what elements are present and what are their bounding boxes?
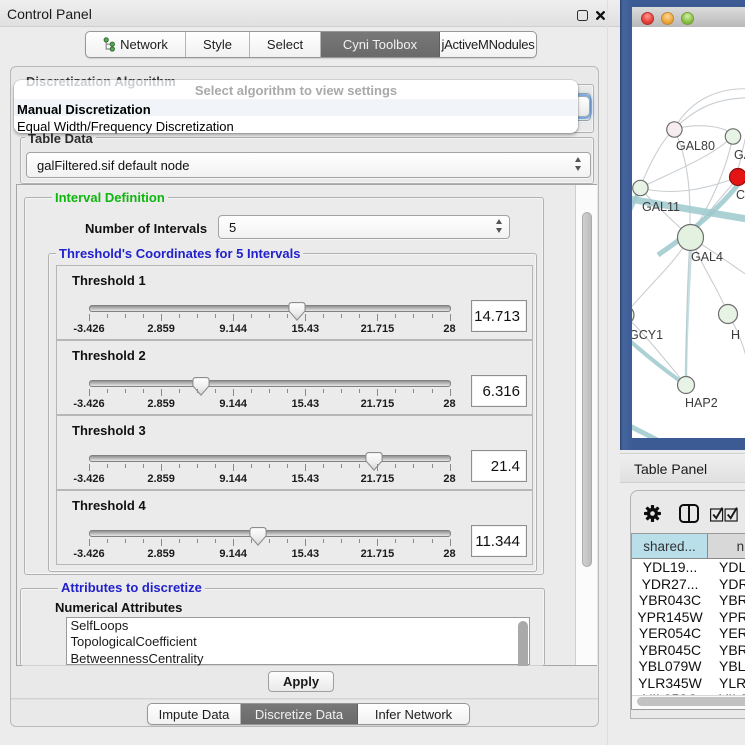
svg-text:H: H (731, 328, 740, 342)
svg-text:GCY1: GCY1 (632, 328, 663, 342)
svg-text:GA: GA (734, 148, 745, 162)
svg-text:GAL80: GAL80 (676, 139, 715, 153)
svg-text:HAP2: HAP2 (685, 396, 718, 410)
svg-text:GAL11: GAL11 (642, 200, 680, 214)
svg-text:C: C (736, 188, 745, 202)
svg-text:GAL4: GAL4 (691, 250, 723, 264)
